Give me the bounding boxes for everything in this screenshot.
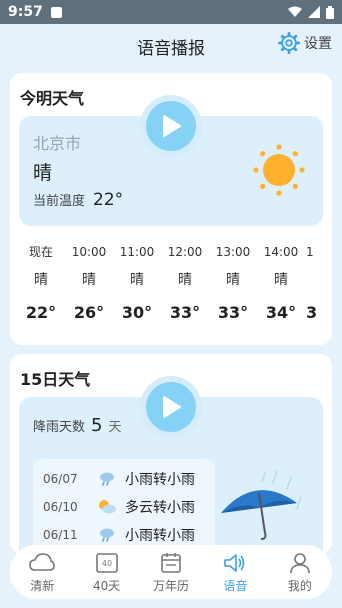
hourly-forecast: 现在 晴 22° 10:00 晴 26° 11:00 晴 30° 12:00 晴… [10, 243, 332, 333]
hourly-condition: 晴 [130, 272, 144, 288]
play-disc [146, 101, 196, 151]
fifteen-day-title: 15日天气 [20, 370, 91, 389]
cloud-icon [29, 551, 56, 575]
list-item-date: 06/10 [43, 500, 78, 514]
rain-day-list: 06/07 小雨转小雨 06/10 多云转小雨 06/11 小雨转小雨 [33, 459, 215, 554]
hourly-time: 现在 [28, 245, 53, 259]
status-bar: 9:57 [0, 0, 342, 24]
tab-label: 清新 [30, 578, 55, 593]
hourly-time: 14:00 [263, 245, 299, 259]
svg-text:40: 40 [102, 559, 112, 568]
hourly-condition [306, 271, 332, 289]
notification-icon [50, 6, 62, 18]
hourly-temp: 33° [217, 303, 249, 322]
rain-days-value: 5 [91, 415, 103, 436]
wifi-icon [288, 6, 302, 17]
hourly-condition: 晴 [178, 272, 192, 288]
tab-fresh[interactable]: 清新 [10, 545, 74, 599]
hourly-item: 11:00 晴 30° [112, 243, 162, 323]
rain-days-unit: 天 [108, 420, 122, 435]
play-fifteen-day-button[interactable] [140, 376, 202, 438]
hourly-temp: 3 [306, 303, 318, 322]
hourly-temp: 33° [169, 303, 201, 322]
rain-days-row: 降雨天数 5 天 [33, 415, 121, 436]
partly-cloudy-icon [95, 498, 119, 516]
rain-cloud-icon [95, 470, 119, 488]
app-header: 语音播报 设置 [0, 24, 342, 68]
status-icons [288, 5, 334, 19]
page-title: 语音播报 [137, 38, 205, 59]
list-item-desc: 多云转小雨 [125, 500, 195, 516]
hourly-condition: 晴 [274, 272, 288, 288]
sun-icon [253, 144, 305, 196]
hourly-item: 13:00 晴 33° [208, 243, 258, 323]
list-item-date: 06/07 [43, 472, 78, 486]
hourly-temp: 22° [25, 303, 57, 322]
bottom-tab-bar: 清新 40 40天 万年历 语音 我的 [10, 545, 332, 599]
play-today-button[interactable] [140, 95, 202, 157]
tab-label: 万年历 [153, 578, 190, 593]
battery-icon [326, 5, 334, 19]
hourly-item: 14:00 晴 34° [256, 243, 306, 323]
calendar-40-icon: 40 [95, 551, 119, 575]
rain-cloud-icon [95, 526, 119, 544]
tab-almanac[interactable]: 万年历 [139, 545, 203, 599]
settings-label: 设置 [304, 36, 332, 52]
hourly-time: 11:00 [119, 245, 155, 259]
today-weather-title: 今明天气 [20, 89, 85, 108]
city-name: 北京市 [33, 134, 82, 153]
gear-icon [278, 32, 300, 54]
list-item-desc: 小雨转小雨 [125, 528, 195, 544]
hourly-time: 12:00 [167, 245, 203, 259]
hourly-time: 13:00 [215, 245, 251, 259]
current-temp-row: 当前温度 22° [33, 190, 123, 210]
current-condition: 晴 [33, 162, 53, 184]
hourly-condition: 晴 [82, 272, 96, 288]
hourly-item: 12:00 晴 33° [160, 243, 210, 323]
play-icon [163, 115, 181, 137]
tab-mine[interactable]: 我的 [268, 545, 332, 599]
fifteen-day-card: 15日天气 降雨天数 5 天 06/07 小雨转小雨 06/10 多云转小雨 0… [10, 354, 332, 554]
list-item-date: 06/11 [43, 528, 78, 542]
hourly-temp: 26° [73, 303, 105, 322]
almanac-icon [160, 551, 182, 575]
today-weather-card: 今明天气 北京市 晴 当前温度 22° 现在 晴 22° 10:00 晴 26°… [10, 73, 332, 345]
status-time: 9:57 [8, 4, 43, 20]
play-disc [146, 382, 196, 432]
tab-voice[interactable]: 语音 [203, 545, 267, 599]
list-item: 06/07 小雨转小雨 [33, 465, 215, 493]
hourly-condition: 晴 [226, 272, 240, 288]
hourly-item: 1 3 [306, 243, 332, 323]
profile-icon [289, 551, 311, 575]
speaker-icon [223, 551, 247, 575]
hourly-condition: 晴 [34, 272, 48, 288]
tab-label: 我的 [287, 578, 312, 593]
hourly-temp: 30° [121, 303, 153, 322]
rain-days-label: 降雨天数 [33, 420, 86, 435]
settings-button[interactable]: 设置 [278, 32, 332, 54]
hourly-temp: 34° [265, 303, 297, 322]
hourly-time: 1 [306, 245, 314, 259]
tab-label: 40天 [92, 578, 121, 593]
hourly-item: 10:00 晴 26° [64, 243, 114, 323]
current-temp-label: 当前温度 [33, 194, 86, 209]
umbrella-rain-icon [221, 470, 302, 540]
signal-icon [308, 6, 320, 18]
list-item: 06/10 多云转小雨 [33, 493, 215, 521]
tab-40-days[interactable]: 40 40天 [74, 545, 138, 599]
hourly-item: 现在 晴 22° [16, 243, 66, 323]
hourly-time: 10:00 [71, 245, 107, 259]
current-temp-value: 22° [93, 190, 124, 210]
list-item-desc: 小雨转小雨 [125, 472, 195, 488]
play-icon [163, 396, 181, 418]
tab-label: 语音 [223, 578, 248, 593]
